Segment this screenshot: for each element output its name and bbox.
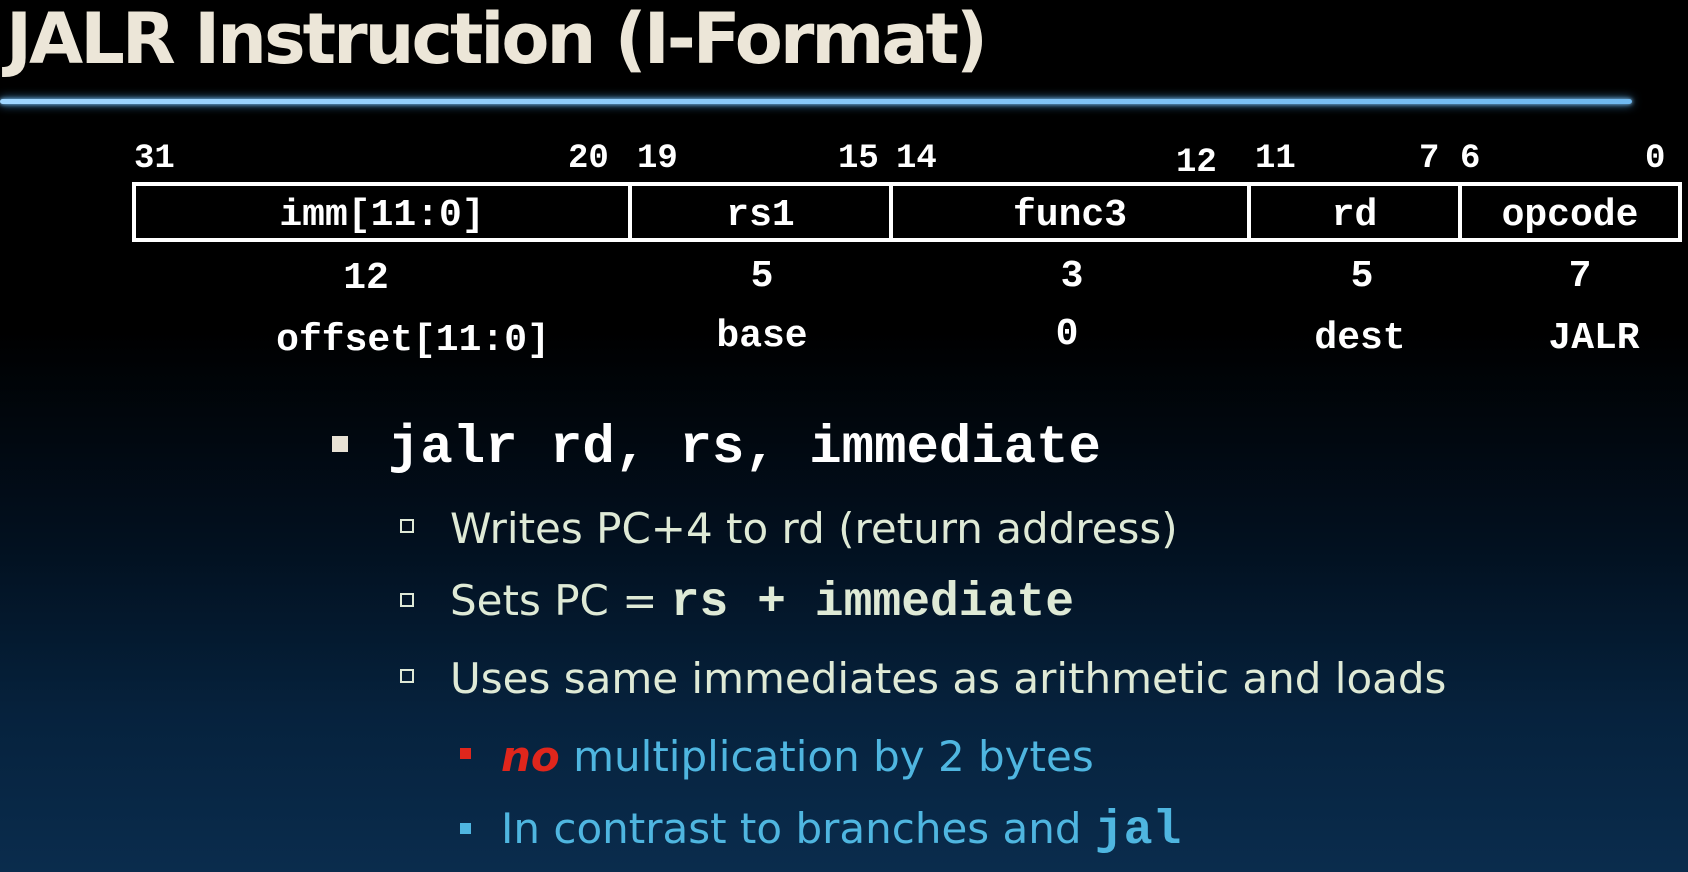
meaning-opcode: JALR bbox=[1548, 317, 1640, 360]
bit-position-14: 14 bbox=[896, 140, 937, 178]
meaning-rd: dest bbox=[1314, 317, 1406, 360]
sets-pc-code: rs + immediate bbox=[670, 576, 1075, 630]
field-opcode: opcode bbox=[1501, 194, 1639, 237]
jalr-syntax-text: jalr rd, rs, immediate bbox=[388, 418, 1101, 479]
bit-position-0: 0 bbox=[1645, 140, 1666, 178]
field-rd: rd bbox=[1251, 186, 1462, 238]
bit-position-15: 15 bbox=[838, 140, 879, 178]
meaning-func3: 0 bbox=[1055, 313, 1079, 356]
jal-code: jal bbox=[1094, 804, 1182, 858]
bit-position-20: 20 bbox=[568, 140, 609, 178]
bit-position-31: 31 bbox=[134, 140, 175, 178]
width-opcode: 7 bbox=[1568, 255, 1592, 298]
bit-position-11: 11 bbox=[1255, 140, 1296, 178]
slide-title: JALR Instruction (I-Format) bbox=[6, 0, 988, 80]
bullet-contrast-branches: In contrast to branches and jal bbox=[460, 804, 1181, 858]
red-square-bullet-icon bbox=[460, 748, 471, 759]
hollow-square-bullet-icon bbox=[400, 518, 414, 533]
hollow-square-bullet-icon bbox=[400, 668, 414, 683]
field-rs1: rs1 bbox=[632, 186, 893, 238]
no-multiplication-text: no multiplication by 2 bytes bbox=[501, 732, 1094, 781]
bullet-jalr-syntax: jalr rd, rs, immediate bbox=[332, 418, 1101, 479]
no-multiplication-rest: multiplication by 2 bytes bbox=[559, 732, 1094, 781]
bullet-uses-immediates: Uses same immediates as arithmetic and l… bbox=[400, 654, 1446, 703]
width-func3: 3 bbox=[1060, 255, 1084, 298]
writes-pc-text: Writes PC+4 to rd (return address) bbox=[450, 504, 1178, 553]
sets-pc-text: Sets PC = rs + immediate bbox=[450, 576, 1074, 630]
bullet-sets-pc: Sets PC = rs + immediate bbox=[400, 576, 1074, 630]
width-imm: 12 bbox=[343, 257, 389, 300]
field-imm: imm[11:0] bbox=[136, 186, 632, 238]
hollow-square-bullet-icon bbox=[400, 593, 414, 607]
field-func3: func3 bbox=[893, 186, 1251, 238]
bit-position-12: 12 bbox=[1176, 144, 1217, 182]
instruction-format-table: imm[11:0] rs1 func3 rd opcode bbox=[132, 182, 1682, 242]
sets-pc-prefix: Sets PC = bbox=[450, 576, 671, 625]
bullet-no-multiplication: no multiplication by 2 bytes bbox=[460, 732, 1094, 781]
bit-position-19: 19 bbox=[637, 140, 678, 178]
meaning-imm: offset[11:0] bbox=[276, 319, 550, 362]
uses-immediates-text: Uses same immediates as arithmetic and l… bbox=[450, 654, 1447, 703]
meaning-rs1: base bbox=[716, 315, 808, 358]
square-bullet-icon bbox=[332, 435, 348, 452]
contrast-prefix: In contrast to branches and bbox=[501, 804, 1095, 853]
blue-square-bullet-icon bbox=[460, 822, 471, 834]
width-rs1: 5 bbox=[750, 255, 774, 298]
title-underline bbox=[0, 99, 1632, 104]
bullet-writes-pc: Writes PC+4 to rd (return address) bbox=[400, 504, 1178, 553]
width-rd: 5 bbox=[1350, 255, 1374, 298]
bit-position-6: 6 bbox=[1460, 140, 1481, 178]
no-emphasis: no bbox=[501, 732, 560, 781]
contrast-branches-text: In contrast to branches and jal bbox=[501, 804, 1181, 858]
bit-position-7: 7 bbox=[1419, 140, 1440, 178]
